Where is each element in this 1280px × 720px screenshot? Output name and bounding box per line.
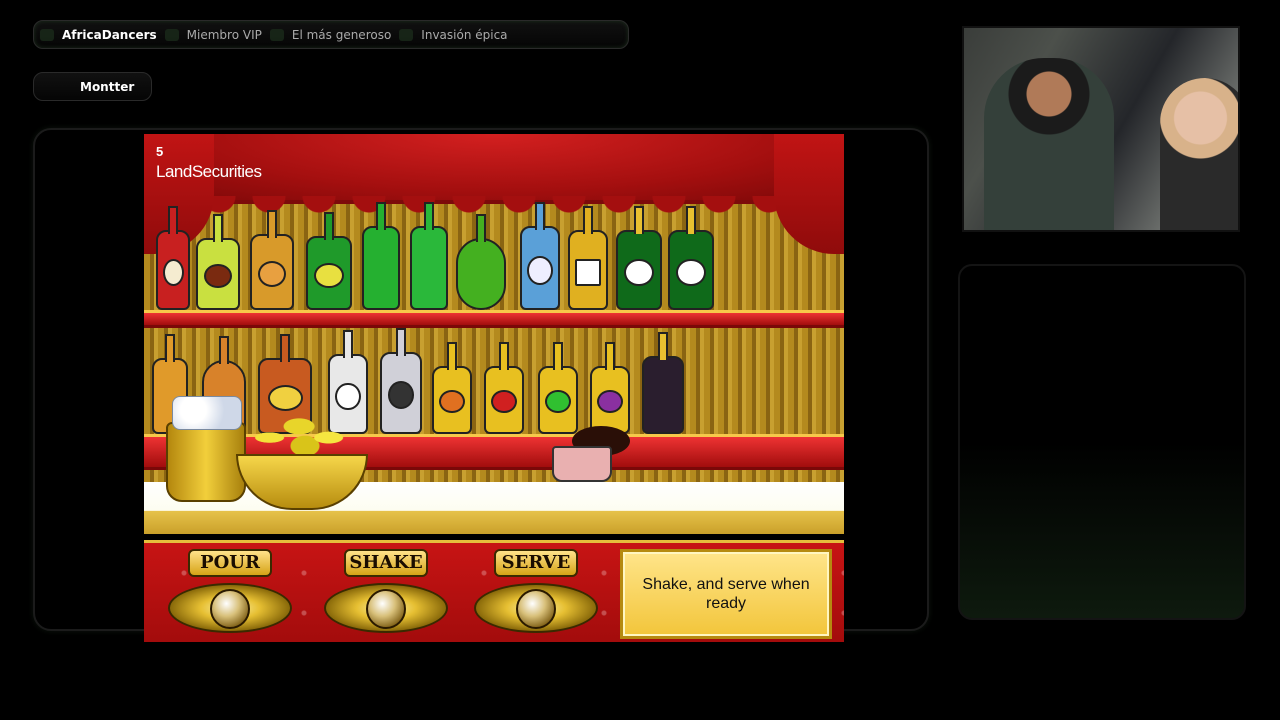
- webcam-person-left: [984, 58, 1114, 230]
- bottle-bottom-7[interactable]: [484, 342, 524, 434]
- logo-mark: 5: [156, 144, 163, 159]
- bottle-top-8[interactable]: [520, 202, 560, 310]
- serve-button[interactable]: [516, 589, 556, 629]
- badge-icon: [40, 28, 54, 41]
- pour-control: POUR: [168, 549, 298, 639]
- badge-label: Miembro VIP: [186, 27, 262, 42]
- lemons: [246, 404, 364, 460]
- bar-scene: 5 LandSecurities: [144, 134, 844, 534]
- badge-icon: [269, 28, 284, 41]
- serve-control: SERVE: [474, 549, 604, 639]
- shaker-glass: [552, 446, 612, 482]
- shaker[interactable]: [552, 426, 632, 482]
- bottle-top-1[interactable]: [156, 206, 190, 310]
- user-chip[interactable]: Montter: [33, 72, 152, 101]
- curtain-right: [774, 134, 844, 254]
- bottle-top-3[interactable]: [250, 210, 294, 310]
- webcam-view: [962, 26, 1240, 232]
- webcam-person-right: [1160, 78, 1238, 230]
- ice-cubes: [172, 396, 242, 430]
- pour-button[interactable]: [210, 589, 250, 629]
- badge-label: Invasión épica: [421, 27, 508, 42]
- badge-bar: AfricaDancers Miembro VIP El más generos…: [33, 20, 629, 49]
- badge-mas-generoso[interactable]: El más generoso: [269, 27, 392, 42]
- bottle-top-2[interactable]: [196, 214, 240, 310]
- bottle-bottom-6[interactable]: [432, 342, 472, 434]
- shake-button[interactable]: [366, 589, 406, 629]
- shake-label: SHAKE: [344, 549, 428, 577]
- bottle-bottom-5[interactable]: [380, 328, 422, 434]
- soda-siphon[interactable]: [642, 332, 684, 434]
- instruction-message: Shake, and serve when ready: [620, 549, 832, 639]
- side-panel: [958, 264, 1246, 620]
- bartender-game[interactable]: 5 LandSecurities POUR SHAKE SERVE Shake,…: [144, 134, 844, 642]
- badge-label: El más generoso: [291, 27, 392, 42]
- badge-invasion-epica[interactable]: Invasión épica: [399, 27, 508, 42]
- username: Montter: [80, 79, 135, 94]
- bottle-top-5[interactable]: [362, 202, 400, 310]
- badge-miembro-vip[interactable]: Miembro VIP: [164, 27, 262, 42]
- badge-africadancers[interactable]: AfricaDancers: [40, 27, 157, 42]
- logo-text: LandSecurities: [156, 162, 262, 181]
- badge-label: AfricaDancers: [62, 27, 157, 42]
- pour-label: POUR: [188, 549, 272, 577]
- control-panel: POUR SHAKE SERVE Shake, and serve when r…: [144, 540, 844, 642]
- serve-label: SERVE: [494, 549, 578, 577]
- bottle-top-10[interactable]: [616, 206, 662, 310]
- badge-icon: [164, 28, 179, 41]
- badge-icon: [399, 28, 414, 41]
- bottle-top-9[interactable]: [568, 206, 608, 310]
- sponsor-logo: 5 LandSecurities: [156, 144, 262, 182]
- bottle-top-11[interactable]: [668, 206, 714, 310]
- bottle-top-4[interactable]: [306, 212, 352, 310]
- bottle-bottom-9[interactable]: [590, 342, 630, 434]
- shake-control: SHAKE: [324, 549, 454, 639]
- bottle-top-7[interactable]: [456, 214, 506, 310]
- bottle-top-6[interactable]: [410, 202, 448, 310]
- bottle-bottom-8[interactable]: [538, 342, 578, 434]
- shelf-top: [144, 310, 844, 328]
- ice-bucket[interactable]: [166, 422, 246, 502]
